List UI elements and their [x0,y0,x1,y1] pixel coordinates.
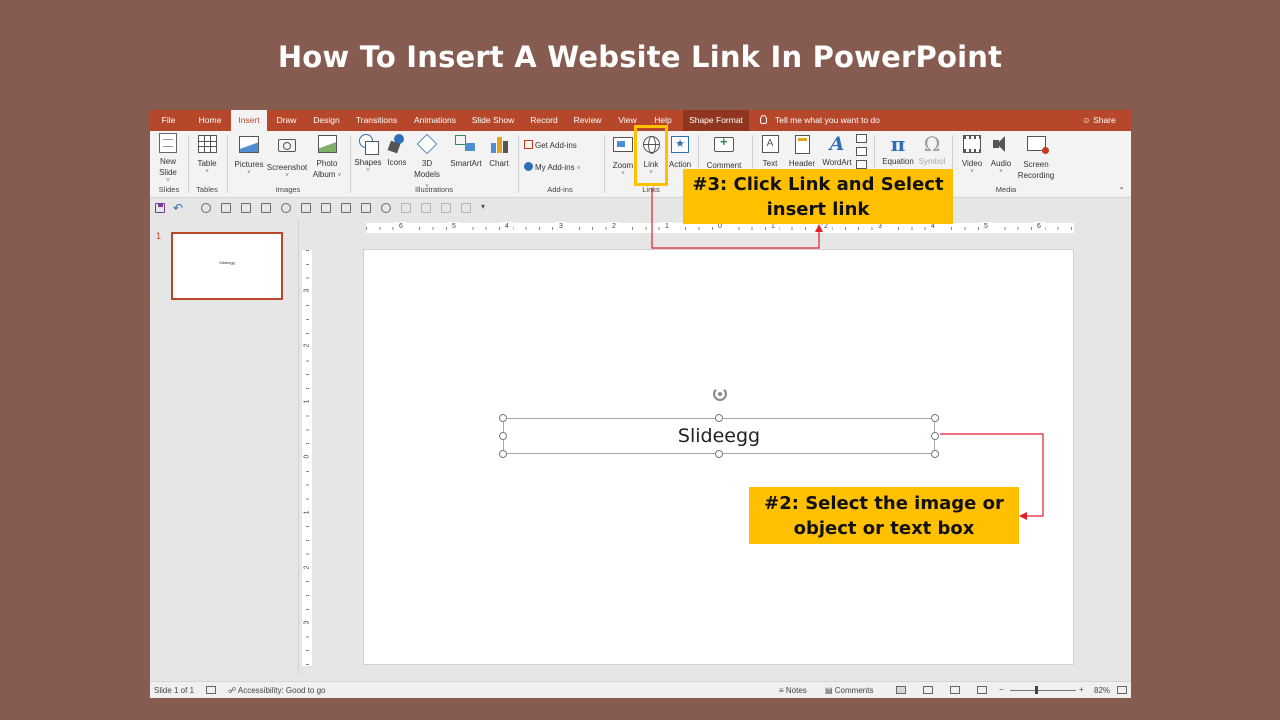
step3-arrow-head [815,224,823,232]
step3-callout-line2: insert link [766,199,870,220]
annotation-arrows [651,188,1044,520]
step2-callout-line2: object or text box [793,518,975,539]
step2-arrow-head [1019,512,1027,520]
step2-callout-line1: #2: Select the image or [764,493,1004,514]
step3-callout: #3: Click Link and Select insert link [683,169,953,224]
step3-callout-line1: #3: Click Link and Select [692,174,944,195]
step2-callout: #2: Select the image or object or text b… [749,487,1019,544]
